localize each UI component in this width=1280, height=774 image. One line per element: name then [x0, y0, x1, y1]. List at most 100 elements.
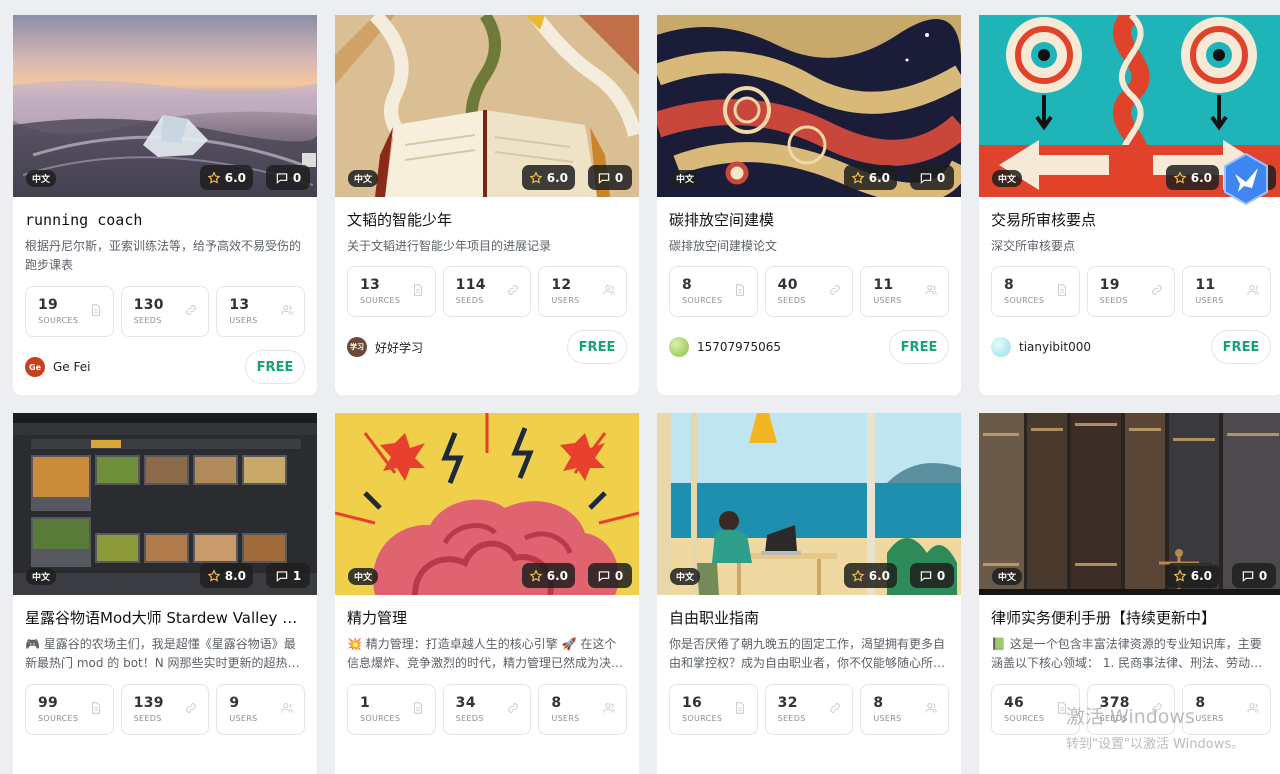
card-description: 💥 精力管理：打造卓越人生的核心引擎 🚀 在这个信息爆炸、竞争激烈的时代，精力管…	[347, 637, 624, 670]
comments-pill[interactable]: 0	[910, 563, 954, 588]
comment-icon	[598, 172, 610, 184]
comments-pill[interactable]: 0	[1232, 563, 1276, 588]
cover-image[interactable]: 中文 6.0 0	[657, 15, 961, 197]
author-name: 好好学习	[375, 340, 424, 355]
rating-pill: 6.0	[521, 165, 575, 190]
cover-image[interactable]: 中文 6.0 0	[335, 413, 639, 595]
link-icon	[1152, 703, 1163, 713]
author[interactable]: tianyibit000	[991, 337, 1091, 357]
document-icon	[413, 702, 422, 714]
rating-pill: 6.0	[1165, 165, 1219, 190]
kb-card[interactable]: 中文 8.0 1 星露谷物语Mod大师 Stardew Valley Mod M…	[13, 413, 317, 774]
cover-image[interactable]: 中文 6.0 0	[335, 15, 639, 197]
star-icon	[207, 170, 221, 184]
card-title[interactable]: 精力管理	[347, 607, 627, 629]
sources-stat: 1 SOURCES	[347, 684, 436, 735]
free-button[interactable]: FREE	[567, 330, 627, 364]
language-badge: 中文	[348, 170, 379, 187]
users-icon	[1247, 703, 1259, 713]
card-description: 根据丹尼尔斯，亚索训练法等，给予高效不易受伤的跑步课表	[25, 239, 302, 272]
users-stat: 8 USERS	[1182, 684, 1272, 735]
seeds-stat: 378 SEEDS	[1086, 684, 1176, 735]
card-description: 📗 这是一个包含丰富法律资源的专业知识库，主要涵盖以下核心领域： 1. 民商事法…	[991, 637, 1263, 670]
free-button[interactable]: FREE	[1211, 330, 1271, 364]
card-title[interactable]: 碳排放空间建模	[669, 209, 949, 231]
kb-card[interactable]: 中文 6.0 0 自由职业指南 你是否厌倦了朝九晚五的固定工作，渴望拥有更多自由…	[657, 413, 961, 774]
users-icon	[281, 305, 293, 315]
seeds-stat: 130 SEEDS	[120, 286, 210, 337]
seeds-stat: 40 SEEDS	[764, 266, 854, 317]
link-icon	[186, 305, 197, 315]
author-name: Ge Fei	[53, 360, 91, 374]
assistant-bird-icon[interactable]	[1222, 152, 1270, 206]
kb-card[interactable]: 中文 6.0 0 文韬的智能少年 关于文韬进行智能少年项目的进展记录 13 SO…	[335, 15, 639, 395]
card-title[interactable]: 文韬的智能少年	[347, 209, 627, 231]
kb-card[interactable]: 中文 6.0 0 精力管理 💥 精力管理：打造卓越人生的核心引擎 🚀 在这个信息…	[335, 413, 639, 774]
kb-card[interactable]: 中文 6.0 0 律师实务便利手册【持续更新中】 📗 这是一个包含丰富法律资源的…	[979, 413, 1280, 774]
rating-pill: 6.0	[521, 563, 575, 588]
star-icon	[1173, 568, 1187, 582]
cover-image[interactable]: 中文 6.0 0	[13, 15, 317, 197]
users-icon	[603, 285, 615, 295]
comments-pill[interactable]: 0	[910, 165, 954, 190]
card-description: 碳排放空间建模论文	[669, 239, 778, 253]
link-icon	[830, 703, 841, 713]
card-title[interactable]: running coach	[25, 209, 305, 231]
sources-stat: 13 SOURCES	[347, 266, 436, 317]
cover-image[interactable]: 中文 8.0 1	[13, 413, 317, 595]
document-icon	[735, 284, 744, 296]
sources-stat: 46 SOURCES	[991, 684, 1080, 735]
avatar: Ge	[25, 357, 45, 377]
users-icon	[925, 285, 937, 295]
document-icon	[413, 284, 422, 296]
kb-card[interactable]: 中文 6.0 0 碳排放空间建模 碳排放空间建模论文 8 SOURCES 40	[657, 15, 961, 395]
star-icon	[529, 170, 543, 184]
document-icon	[91, 304, 100, 316]
card-title[interactable]: 自由职业指南	[669, 607, 949, 629]
language-badge: 中文	[670, 170, 701, 187]
comments-pill[interactable]: 1	[266, 563, 310, 588]
comments-pill[interactable]: 0	[266, 165, 310, 190]
card-title[interactable]: 律师实务便利手册【持续更新中】	[991, 607, 1271, 629]
sources-stat: 8 SOURCES	[669, 266, 758, 317]
rating-pill: 6.0	[1165, 563, 1219, 588]
users-icon	[603, 703, 615, 713]
link-icon	[186, 703, 197, 713]
users-stat: 8 USERS	[538, 684, 628, 735]
author[interactable]: 15707975065	[669, 337, 781, 357]
language-badge: 中文	[26, 170, 57, 187]
kb-card[interactable]: 中文 6.0 0 running coach 根据丹尼尔斯，亚索训练法等，给予高…	[13, 15, 317, 395]
link-icon	[508, 703, 519, 713]
author[interactable]: 学习 好好学习	[347, 337, 423, 357]
comments-pill[interactable]: 0	[588, 165, 632, 190]
star-icon	[529, 568, 543, 582]
author-name: tianyibit000	[1019, 340, 1091, 354]
users-stat: 11 USERS	[860, 266, 950, 317]
free-button[interactable]: FREE	[245, 350, 305, 384]
users-icon	[1247, 285, 1259, 295]
users-stat: 8 USERS	[860, 684, 950, 735]
card-description: 你是否厌倦了朝九晚五的固定工作，渴望拥有更多自由和掌控权？成为自由职业者，你不仅…	[669, 637, 946, 670]
avatar: 学习	[347, 337, 367, 357]
link-icon	[508, 285, 519, 295]
author[interactable]: Ge Ge Fei	[25, 357, 90, 377]
cover-image[interactable]: 中文 6.0 0	[657, 413, 961, 595]
cover-image[interactable]: 中文 6.0 0	[979, 413, 1280, 595]
comment-icon	[920, 172, 932, 184]
star-icon	[207, 568, 221, 582]
card-title[interactable]: 星露谷物语Mod大师 Stardew Valley Mod Master	[25, 607, 305, 629]
star-icon	[851, 170, 865, 184]
comments-pill[interactable]: 0	[588, 563, 632, 588]
rating-pill: 8.0	[199, 563, 253, 588]
link-icon	[1152, 285, 1163, 295]
card-title[interactable]: 交易所审核要点	[991, 209, 1271, 231]
rating-pill: 6.0	[843, 563, 897, 588]
comment-icon	[598, 570, 610, 582]
free-button[interactable]: FREE	[889, 330, 949, 364]
language-badge: 中文	[670, 568, 701, 585]
seeds-stat: 32 SEEDS	[764, 684, 854, 735]
users-stat: 13 USERS	[216, 286, 306, 337]
sources-stat: 8 SOURCES	[991, 266, 1080, 317]
comment-icon	[920, 570, 932, 582]
sources-stat: 16 SOURCES	[669, 684, 758, 735]
